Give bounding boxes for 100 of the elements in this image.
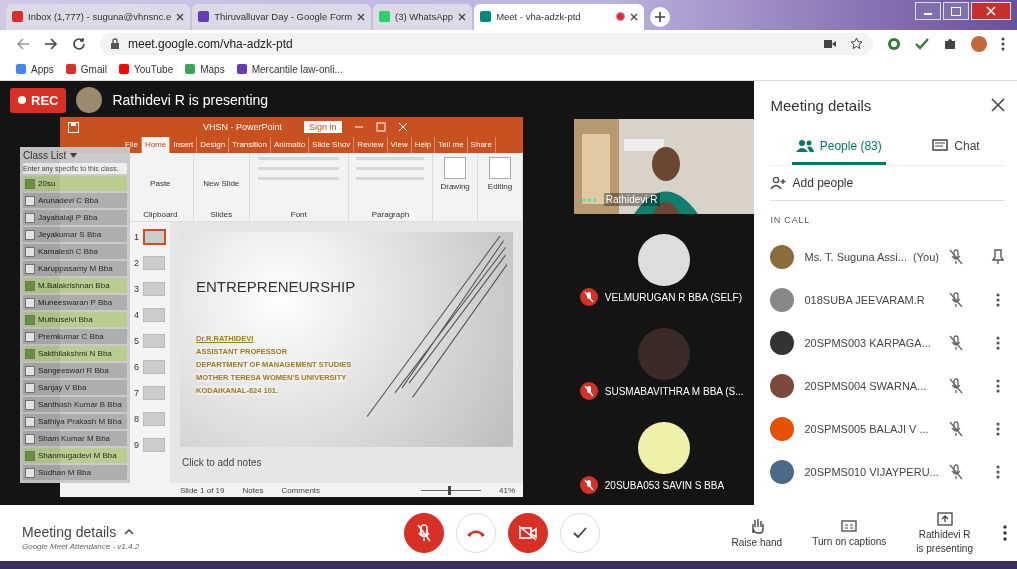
new-tab-button[interactable] bbox=[650, 6, 671, 27]
student-row[interactable]: M.Balakrishnan Bba bbox=[23, 278, 127, 294]
participant-avatar bbox=[770, 330, 795, 355]
close-button[interactable] bbox=[971, 2, 1011, 20]
panel-tab[interactable]: People (83) bbox=[791, 129, 886, 166]
browser-tab[interactable]: Inbox (1,777) - suguna@vhnsnc.e bbox=[6, 3, 191, 30]
student-row[interactable]: Shanmugadevi M Bba bbox=[23, 448, 127, 464]
student-row[interactable]: Jeyakumar S Bba bbox=[23, 227, 127, 243]
participant-avatar bbox=[638, 328, 691, 381]
slide-thumbnail[interactable] bbox=[143, 386, 165, 401]
close-icon[interactable] bbox=[357, 12, 366, 21]
camera-icon bbox=[518, 525, 538, 542]
student-row[interactable]: Kamalesh C Bba bbox=[23, 244, 127, 260]
student-row[interactable]: Santhosh Kumar B Bba bbox=[23, 397, 127, 413]
student-row[interactable]: Sakthilakshmi N Bba bbox=[23, 346, 127, 362]
back-icon[interactable] bbox=[16, 36, 30, 51]
toolbar-action[interactable]: Raise hand bbox=[731, 518, 783, 549]
student-row[interactable]: Sathiya Prakash M Bba bbox=[23, 414, 127, 430]
student-row[interactable]: Karuppasamy M Bba bbox=[23, 261, 127, 277]
close-icon[interactable] bbox=[176, 12, 185, 21]
student-row[interactable]: Muneeswaran P Bba bbox=[23, 295, 127, 311]
microphone-button[interactable] bbox=[404, 513, 444, 554]
slide-thumbnail[interactable] bbox=[143, 256, 165, 271]
address-bar[interactable]: meet.google.com/vha-adzk-ptd bbox=[100, 32, 873, 55]
bookmark[interactable]: Gmail bbox=[65, 63, 107, 75]
student-row[interactable]: Sangeeswari R Bba bbox=[23, 363, 127, 379]
participant-avatar bbox=[770, 416, 795, 441]
bookmark[interactable]: Maps bbox=[185, 63, 225, 75]
participant-name: 20SPMS005 BALAJI V ... bbox=[804, 422, 930, 435]
pin-icon[interactable] bbox=[991, 248, 1005, 265]
slide-thumbnail[interactable] bbox=[143, 282, 165, 297]
bookmark[interactable]: Apps bbox=[16, 63, 54, 75]
student-row[interactable]: Sham Kumar M Bba bbox=[23, 431, 127, 447]
chat-icon bbox=[932, 138, 949, 153]
check-button[interactable] bbox=[560, 513, 600, 554]
maximize-icon[interactable] bbox=[375, 122, 386, 133]
sign-in-button[interactable]: Sign in bbox=[304, 121, 342, 134]
slide-thumbnail[interactable] bbox=[143, 308, 165, 323]
group-label: Slides bbox=[210, 210, 233, 220]
phone-icon bbox=[466, 528, 486, 539]
paste-button[interactable]: Paste bbox=[150, 179, 171, 189]
url-text: meet.google.com/vha-adzk-ptd bbox=[128, 36, 293, 51]
close-icon[interactable] bbox=[991, 98, 1005, 113]
participant-avatar bbox=[638, 422, 691, 475]
bookmark[interactable]: YouTube bbox=[118, 63, 174, 75]
meeting-details-button[interactable]: Meeting details bbox=[22, 523, 312, 540]
add-people-button[interactable]: Add people bbox=[770, 165, 1005, 202]
ribbon-tab[interactable]: Home bbox=[141, 137, 171, 154]
zoom-slider-thumb[interactable] bbox=[448, 485, 451, 495]
save-icon[interactable] bbox=[68, 121, 79, 133]
student-row[interactable]: 20su bbox=[23, 176, 127, 192]
checkmark-icon[interactable] bbox=[915, 36, 929, 51]
more-icon[interactable] bbox=[1003, 525, 1007, 542]
participant-avatar bbox=[770, 373, 795, 398]
bookmark[interactable]: Mercantile law-onli... bbox=[236, 63, 343, 75]
muted-icon bbox=[949, 377, 963, 394]
slide-thumbnail[interactable] bbox=[143, 360, 165, 375]
student-row[interactable]: Premkumar C Bba bbox=[23, 329, 127, 345]
profile-avatar[interactable] bbox=[971, 35, 987, 52]
extension-icon[interactable] bbox=[887, 36, 901, 51]
new-slide-button[interactable]: New Slide bbox=[203, 179, 240, 189]
browser-tab[interactable]: (3) WhatsApp bbox=[373, 3, 473, 30]
participant-name: 018SUBA JEEVARAM.R bbox=[804, 293, 926, 306]
slide-thumbnail[interactable] bbox=[143, 412, 165, 427]
muted-icon bbox=[949, 334, 963, 351]
notes-button[interactable]: Notes bbox=[242, 485, 264, 495]
maximize-button[interactable] bbox=[943, 2, 969, 20]
close-icon[interactable] bbox=[630, 12, 639, 21]
minimize-button[interactable] bbox=[915, 2, 941, 20]
browser-tab[interactable]: Thiruvalluvar Day - Google Form bbox=[192, 3, 372, 30]
slide-thumbnail[interactable] bbox=[143, 438, 165, 453]
close-icon[interactable] bbox=[458, 12, 467, 21]
student-row[interactable]: Sudhan M Bba bbox=[23, 465, 127, 481]
panel-tab[interactable]: Chat bbox=[928, 129, 984, 166]
participant-avatar bbox=[770, 244, 795, 269]
student-row[interactable]: Muthuselvi Bba bbox=[23, 312, 127, 328]
participant-name: Ms. T. Suguna Assi... (You) bbox=[804, 250, 939, 263]
participant-avatar bbox=[770, 459, 795, 484]
star-icon[interactable] bbox=[850, 37, 863, 51]
toolbar-action[interactable]: Turn on captions bbox=[812, 519, 887, 548]
camera-icon[interactable] bbox=[824, 38, 836, 49]
presenter-avatar bbox=[76, 87, 103, 114]
student-row[interactable]: Jayabalaji P Bba bbox=[23, 210, 127, 226]
more-icon[interactable] bbox=[1001, 36, 1005, 51]
lock-icon bbox=[110, 37, 120, 50]
present-icon bbox=[936, 512, 953, 527]
toolbar-action[interactable]: Rathidevi R is presenting bbox=[916, 512, 973, 555]
slide-thumbnail[interactable] bbox=[143, 334, 165, 349]
forward-icon[interactable] bbox=[44, 36, 58, 51]
browser-tab[interactable]: Meet - vha-adzk-ptd bbox=[474, 3, 645, 30]
reload-icon[interactable] bbox=[72, 36, 86, 51]
hang-up-button[interactable] bbox=[456, 513, 496, 554]
notes-field[interactable]: Click to add notes bbox=[180, 453, 513, 473]
slide-thumbnail[interactable] bbox=[143, 229, 166, 246]
comments-button[interactable]: Comments bbox=[281, 485, 321, 495]
student-row[interactable]: Arunadevi C Bba bbox=[23, 193, 127, 209]
camera-button[interactable] bbox=[508, 513, 548, 554]
form-icon bbox=[198, 11, 210, 23]
student-row[interactable]: Sanjay V Bba bbox=[23, 380, 127, 396]
window-title: VHSN - PowerPoint bbox=[203, 122, 283, 133]
